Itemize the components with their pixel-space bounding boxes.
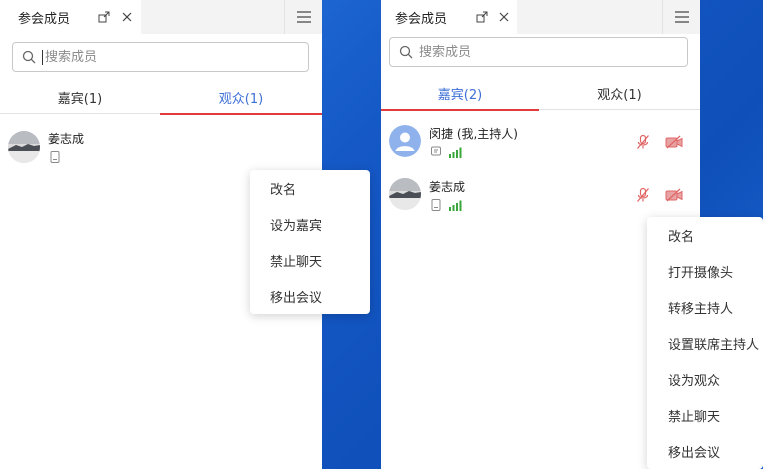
member-context-menu: 改名 设为嘉宾 禁止聊天 移出会议 xyxy=(250,170,370,314)
panel-menu-button[interactable] xyxy=(662,0,700,34)
menu-item-remove[interactable]: 移出会议 xyxy=(250,278,370,314)
signal-icon xyxy=(449,147,462,158)
close-icon[interactable] xyxy=(498,11,510,23)
panel-titlebar: 参会成员 xyxy=(381,0,700,34)
member-tabs: 嘉宾(1) 观众(1) xyxy=(0,80,322,115)
signal-icon xyxy=(449,200,462,211)
menu-item-remove[interactable]: 移出会议 xyxy=(647,433,763,469)
panel-menu-button[interactable] xyxy=(284,0,322,34)
menu-icon xyxy=(296,11,311,23)
tab-guests[interactable]: 嘉宾(2) xyxy=(381,76,539,111)
member-name: 闵捷 (我,主持人) xyxy=(429,127,518,141)
search-icon xyxy=(399,45,413,59)
menu-item-disable-chat[interactable]: 禁止聊天 xyxy=(647,397,763,433)
panel-title: 参会成员 xyxy=(18,11,71,27)
member-tabs: 嘉宾(2) 观众(1) xyxy=(381,76,700,111)
popout-icon[interactable] xyxy=(98,11,110,23)
search-icon xyxy=(22,50,36,64)
menu-item-transfer-host[interactable]: 转移主持人 xyxy=(647,289,763,325)
member-name: 姜志成 xyxy=(48,132,85,146)
mic-off-icon[interactable] xyxy=(635,134,651,150)
member-name: 姜志成 xyxy=(429,180,466,194)
tab-audience[interactable]: 观众(1) xyxy=(539,76,700,110)
member-row[interactable]: 姜志成 xyxy=(0,124,322,174)
text-caret xyxy=(42,49,43,65)
search-box[interactable] xyxy=(12,42,309,72)
phone-device-icon xyxy=(50,151,60,163)
tab-guests[interactable]: 嘉宾(1) xyxy=(0,80,160,114)
menu-item-rename[interactable]: 改名 xyxy=(647,217,763,253)
mic-off-icon[interactable] xyxy=(635,187,651,203)
menu-item-rename[interactable]: 改名 xyxy=(250,170,370,206)
search-input[interactable] xyxy=(45,45,308,69)
menu-item-open-camera[interactable]: 打开摄像头 xyxy=(647,253,763,289)
close-icon[interactable] xyxy=(121,11,133,23)
avatar xyxy=(389,125,421,157)
menu-item-set-cohost[interactable]: 设置联席主持人 xyxy=(647,325,763,361)
phone-device-icon xyxy=(431,199,441,211)
menu-item-set-audience[interactable]: 设为观众 xyxy=(647,361,763,397)
search-box[interactable] xyxy=(389,37,688,67)
avatar xyxy=(389,178,421,210)
camera-off-icon[interactable] xyxy=(665,188,683,202)
camera-off-icon[interactable] xyxy=(665,135,683,149)
panel-title: 参会成员 xyxy=(395,11,448,27)
panel-tab[interactable]: 参会成员 xyxy=(381,0,517,34)
menu-item-set-guest[interactable]: 设为嘉宾 xyxy=(250,206,370,242)
popout-icon[interactable] xyxy=(476,11,488,23)
menu-icon xyxy=(674,11,689,23)
menu-item-disable-chat[interactable]: 禁止聊天 xyxy=(250,242,370,278)
search-input[interactable] xyxy=(419,40,687,64)
avatar xyxy=(8,131,40,163)
panel-titlebar: 参会成员 xyxy=(0,0,322,34)
panel-tab[interactable]: 参会成员 xyxy=(0,0,141,34)
member-context-menu: 改名 打开摄像头 转移主持人 设置联席主持人 设为观众 禁止聊天 移出会议 xyxy=(647,217,763,469)
tab-audience[interactable]: 观众(1) xyxy=(160,80,322,115)
chat-device-icon xyxy=(431,146,441,156)
member-row[interactable]: 闵捷 (我,主持人) xyxy=(381,121,700,171)
